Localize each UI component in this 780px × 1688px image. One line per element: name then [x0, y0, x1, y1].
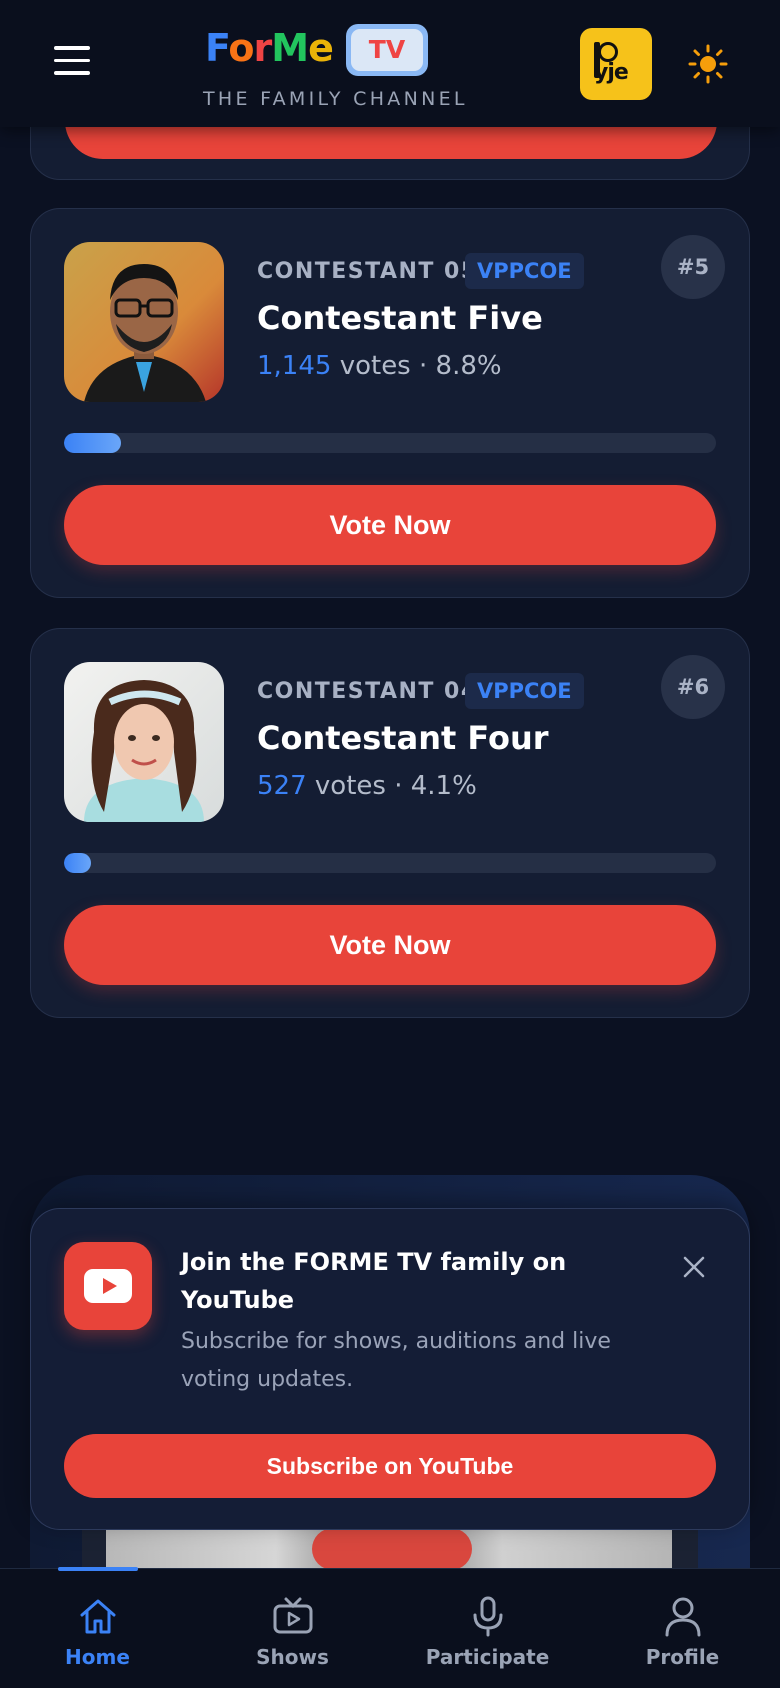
nav-item-home[interactable]: Home [0, 1567, 195, 1688]
rank-badge: #6 [661, 655, 725, 719]
nav-label: Participate [425, 1645, 550, 1669]
active-indicator [58, 1567, 138, 1571]
play-button[interactable] [312, 1528, 472, 1570]
vote-stats: 527 votes · 4.1% [257, 771, 477, 801]
vote-progress-bar [64, 853, 716, 873]
logo-tagline: THE FAMILY CHANNEL [203, 88, 468, 110]
home-icon [80, 1599, 116, 1634]
vote-stats: 1,145 votes · 8.8% [257, 351, 502, 381]
bottom-navigation: Home Shows Participate Profile [0, 1567, 780, 1688]
vote-count: 527 [257, 771, 307, 801]
smiley-icon [598, 42, 618, 62]
nav-item-participate[interactable]: Participate [390, 1569, 585, 1688]
vote-progress-bar [64, 433, 716, 453]
partner-badge[interactable]: yje [580, 28, 652, 100]
close-icon[interactable] [676, 1249, 712, 1285]
tv-icon [273, 1597, 313, 1634]
app-header: ForMe TV THE FAMILY CHANNEL yje [0, 0, 780, 127]
vote-percent: votes · 4.1% [306, 771, 477, 801]
nav-label: Shows [256, 1645, 329, 1669]
logo-tv-badge: TV [346, 24, 428, 76]
vote-count: 1,145 [257, 351, 332, 381]
contestant-name: Contestant Five [257, 299, 543, 337]
user-icon [665, 1597, 701, 1637]
rank-badge: #5 [661, 235, 725, 299]
college-tag: VPPCOE [465, 673, 584, 709]
contestant-card: CONTESTANT 05 VPPCOE #5 Contestant Five … [30, 208, 750, 598]
vote-progress-fill [64, 853, 91, 873]
popup-subtitle: Subscribe for shows, auditions and live … [181, 1329, 611, 1392]
contestant-number: CONTESTANT 05 [257, 259, 478, 284]
contestant-name: Contestant Four [257, 719, 549, 757]
nav-label: Home [65, 1645, 130, 1669]
contestant-card: CONTESTANT 04 VPPCOE #6 Contestant Four … [30, 628, 750, 1018]
app-page: ForMe TV THE FAMILY CHANNEL yje CONTESTA… [0, 0, 780, 1688]
subscribe-youtube-button[interactable]: Subscribe on YouTube [64, 1434, 716, 1498]
nav-label: Profile [645, 1645, 720, 1669]
contestant-photo [64, 242, 224, 402]
youtube-icon [64, 1242, 152, 1330]
vote-now-button[interactable]: Vote Now [64, 905, 716, 985]
contestant-photo [64, 662, 224, 822]
forme-tv-logo[interactable]: ForMe TV THE FAMILY CHANNEL [203, 22, 495, 112]
college-tag: VPPCOE [465, 253, 584, 289]
microphone-icon [473, 1596, 503, 1637]
vote-percent: votes · 8.8% [331, 351, 502, 381]
menu-icon[interactable] [54, 46, 90, 76]
sun-icon[interactable] [688, 44, 728, 84]
vote-progress-fill [64, 433, 122, 453]
vote-now-button[interactable]: Vote Now [64, 485, 716, 565]
youtube-subscribe-popup: Join the FORME TV family on YouTube Subs… [30, 1208, 750, 1530]
logo-wordmark: ForMe [205, 26, 334, 70]
nav-item-shows[interactable]: Shows [195, 1569, 390, 1688]
contestant-number: CONTESTANT 04 [257, 679, 478, 704]
popup-title: Join the FORME TV family on YouTube [181, 1248, 567, 1314]
nav-item-profile[interactable]: Profile [585, 1569, 780, 1688]
